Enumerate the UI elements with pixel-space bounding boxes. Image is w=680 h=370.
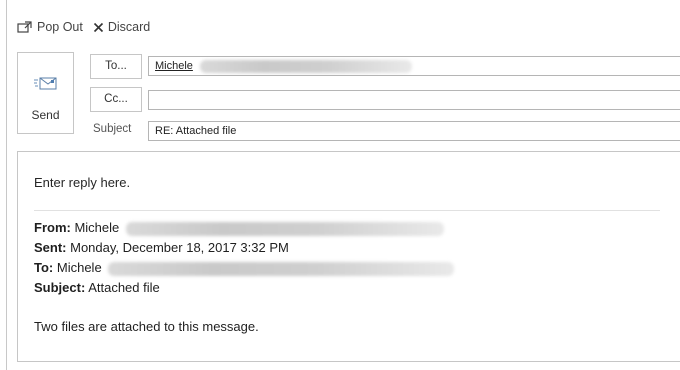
reply-placeholder[interactable]: Enter reply here. <box>34 175 130 190</box>
redacted-address <box>199 59 412 73</box>
quoted-from-label: From: <box>34 220 71 235</box>
quoted-message-text: Two files are attached to this message. <box>34 319 259 334</box>
redacted-recipient <box>108 261 455 276</box>
quoted-from-value: Michele <box>74 220 120 235</box>
to-recipient[interactable]: Michele <box>155 60 193 72</box>
discard-label: Discard <box>107 20 151 34</box>
cc-field[interactable] <box>148 90 680 110</box>
pop-out-button[interactable]: Pop Out <box>17 20 83 34</box>
quoted-subject: Subject: Attached file <box>34 280 160 295</box>
subject-label: Subject <box>93 123 132 135</box>
redacted-sender <box>125 221 444 236</box>
quoted-from: From: Michele <box>34 220 444 236</box>
pop-out-icon <box>17 20 33 34</box>
reply-compose-pane: Pop Out Discard Send To... Cc... Subject <box>6 0 680 370</box>
send-button[interactable]: Send <box>17 52 74 134</box>
to-button[interactable]: To... <box>90 54 142 79</box>
envelope-send-icon <box>34 76 58 97</box>
pop-out-label: Pop Out <box>37 20 83 34</box>
quoted-sent: Sent: Monday, December 18, 2017 3:32 PM <box>34 240 289 255</box>
to-field[interactable]: Michele <box>148 56 680 76</box>
compose-toolbar: Pop Out Discard <box>17 18 160 36</box>
quote-divider <box>34 210 660 211</box>
send-label: Send <box>31 108 60 122</box>
cc-button[interactable]: Cc... <box>90 87 142 112</box>
quoted-to: To: Michele <box>34 260 455 276</box>
discard-button[interactable]: Discard <box>93 20 150 34</box>
quoted-to-label: To: <box>34 260 54 275</box>
quoted-to-value: Michele <box>56 260 102 275</box>
subject-field[interactable]: RE: Attached file <box>148 121 680 141</box>
quoted-sent-value: Monday, December 18, 2017 3:32 PM <box>70 240 289 255</box>
quoted-subject-value: Attached file <box>88 280 160 295</box>
close-icon <box>93 22 104 33</box>
quoted-sent-label: Sent: <box>34 240 67 255</box>
quoted-subject-label: Subject: <box>34 280 86 295</box>
message-body-editor[interactable]: Enter reply here. From: Michele Sent: Mo… <box>17 151 680 362</box>
